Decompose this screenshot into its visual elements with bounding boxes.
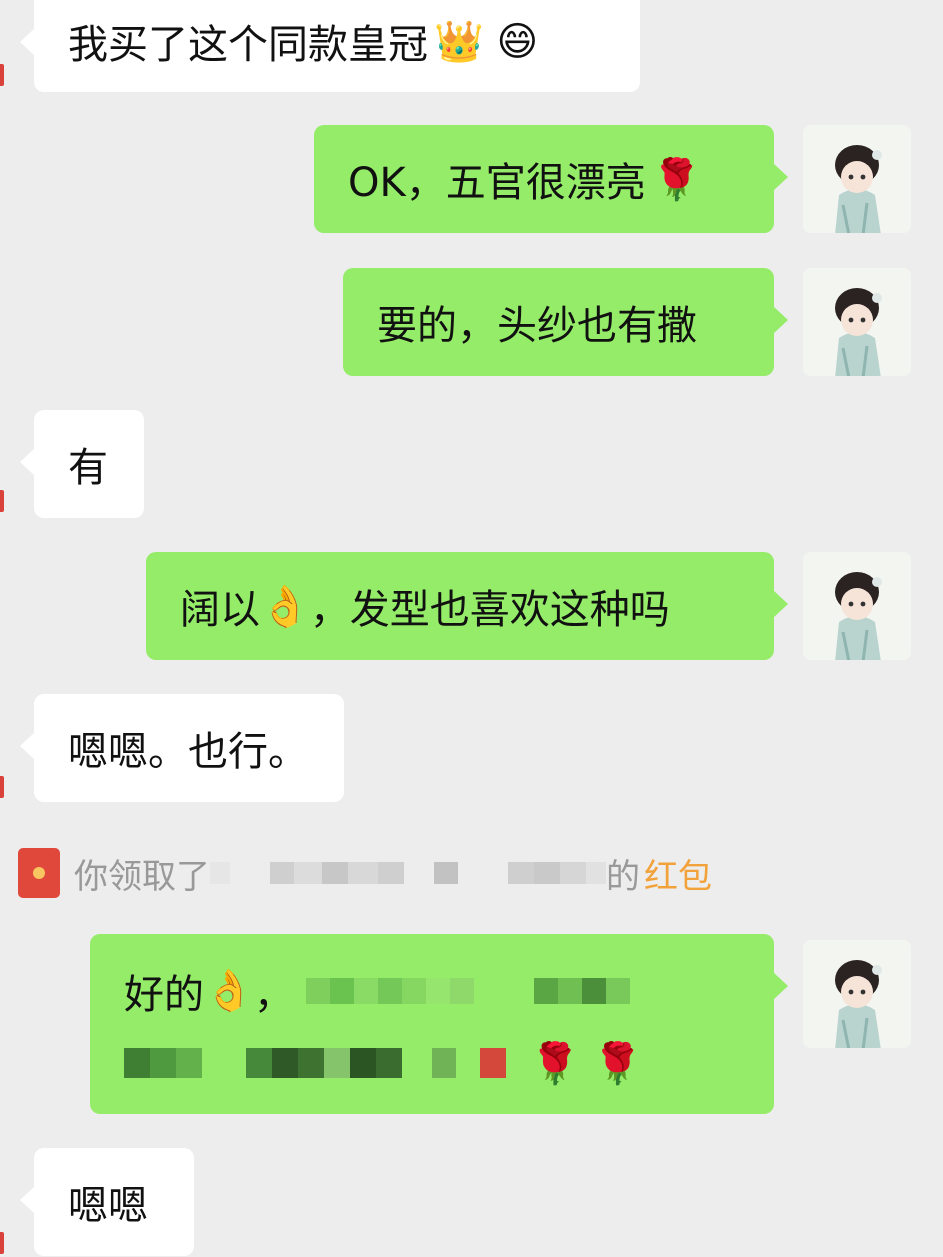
- crown-emoji-icon: 👑 😄: [434, 18, 539, 65]
- redacted-text: [124, 1048, 506, 1078]
- edge-mark: [0, 64, 4, 86]
- message-bubble-outgoing[interactable]: 要的，头纱也有撒: [343, 268, 788, 376]
- ok-hand-emoji-icon: 👌: [204, 968, 254, 1014]
- notice-suffix: 的: [606, 856, 640, 897]
- message-text: 有: [68, 445, 108, 491]
- message-bubble-incoming[interactable]: 嗯嗯: [20, 1148, 194, 1256]
- avatar-girl-icon: [803, 940, 911, 1048]
- message-bubble-outgoing[interactable]: OK，五官很漂亮 🌹: [314, 125, 788, 233]
- notice-prefix: 你领取了: [74, 856, 210, 897]
- rose-emoji-icon: 🌹 🌹: [530, 1040, 643, 1087]
- message-bubble-incoming[interactable]: 有: [20, 410, 144, 518]
- message-text: ，发型也喜欢这种吗: [309, 587, 670, 633]
- avatar[interactable]: [803, 268, 911, 376]
- red-packet-icon: [18, 848, 60, 898]
- avatar[interactable]: [803, 940, 911, 1048]
- message-text: 好的: [124, 971, 204, 1018]
- rose-emoji-icon: 🌹: [651, 156, 702, 203]
- message-text: ，: [253, 971, 294, 1018]
- edge-mark: [0, 490, 4, 512]
- ok-hand-emoji-icon: 👌: [260, 583, 310, 630]
- message-text: 嗯嗯。也行。: [68, 729, 308, 775]
- message-text: 我买了这个同款皇冠: [68, 22, 428, 68]
- message-bubble-incoming[interactable]: 我买了这个同款皇冠 👑 😄: [20, 0, 640, 92]
- message-line-1: 好的 👌 ，: [124, 962, 630, 1020]
- avatar[interactable]: [803, 125, 911, 233]
- avatar-girl-icon: [803, 125, 911, 233]
- message-text: 要的，头纱也有撒: [377, 303, 697, 349]
- avatar[interactable]: [803, 552, 911, 660]
- system-notice: 你领取了 的 红包: [18, 848, 712, 898]
- avatar-girl-icon: [803, 552, 911, 660]
- edge-mark: [0, 1232, 4, 1254]
- redacted-name: [210, 862, 606, 884]
- edge-mark: [0, 776, 4, 798]
- message-bubble-outgoing[interactable]: 阔以 👌 ，发型也喜欢这种吗: [146, 552, 788, 660]
- message-line-2: 🌹 🌹: [124, 1040, 642, 1087]
- message-text: 阔以: [180, 587, 260, 633]
- message-text: 嗯嗯: [68, 1183, 148, 1229]
- message-text: OK，五官很漂亮: [348, 160, 646, 206]
- redacted-text: [305, 977, 630, 1004]
- red-packet-link[interactable]: 红包: [644, 849, 712, 898]
- avatar-girl-icon: [803, 268, 911, 376]
- message-bubble-outgoing[interactable]: 好的 👌 ， 🌹 🌹: [90, 934, 788, 1114]
- message-bubble-incoming[interactable]: 嗯嗯。也行。: [20, 694, 344, 802]
